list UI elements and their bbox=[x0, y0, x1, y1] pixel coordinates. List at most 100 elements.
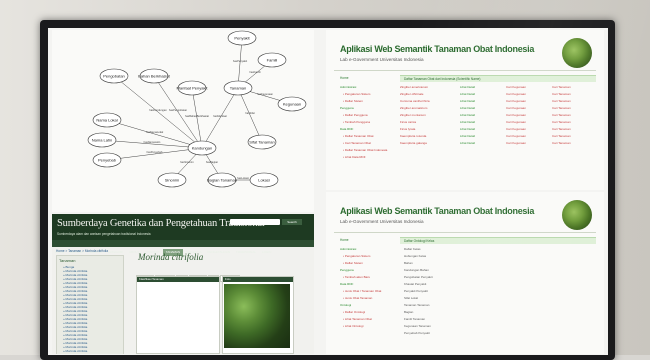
nav-link[interactable]: • Daftar Sistem bbox=[340, 98, 387, 105]
row-action-link[interactable]: Cari Kegunaan bbox=[506, 98, 552, 105]
ontology-class-item[interactable]: Daftar Kelas bbox=[404, 246, 433, 253]
row-action-link[interactable]: Cari Tanaman bbox=[552, 98, 592, 105]
sidebar-list: » Bunga» Morinda citrifolia» Morinda cit… bbox=[57, 265, 123, 353]
nav-link[interactable]: • Tambah akun Baru bbox=[340, 274, 381, 281]
breadcrumb[interactable]: Home > Tanaman > Morinda citrifolia bbox=[56, 249, 108, 253]
row-action-link[interactable]: Lihat Detail bbox=[460, 98, 506, 105]
sidebar-item[interactable]: » Morinda citrifolia bbox=[57, 349, 123, 353]
diagram-edge bbox=[237, 37, 243, 89]
nav-link[interactable]: • Daftar Ontologi bbox=[340, 309, 381, 316]
ontology-class-item[interactable]: Khasiat Penyakit bbox=[404, 281, 433, 288]
diagram-node-label: Sifat Tanaman bbox=[249, 139, 275, 144]
nav-link[interactable]: • Cari Tanaman Obat bbox=[340, 140, 387, 147]
row-action-link[interactable]: Cari Tanaman bbox=[552, 91, 592, 98]
ontology-class-item[interactable]: Pengobatan Penyakit bbox=[404, 274, 433, 281]
nav-home-a[interactable]: Home bbox=[340, 76, 349, 80]
app-title-b: Aplikasi Web Semantik Tanaman Obat Indon… bbox=[340, 206, 535, 216]
site-search-button[interactable]: Search bbox=[282, 219, 302, 225]
menu-item[interactable]: PENGETAHUAN bbox=[204, 249, 233, 256]
row-action-link[interactable]: Cari Kegunaan bbox=[506, 126, 552, 133]
row-action-link[interactable]: Cari Tanaman bbox=[552, 112, 592, 119]
plant-name-link[interactable]: Zingiber americanum bbox=[400, 84, 460, 91]
menu-item[interactable]: TRADISIONAL bbox=[233, 249, 259, 256]
nav-link[interactable]: • Jenis Obat / Tanaman Obat bbox=[340, 288, 381, 295]
row-action-link[interactable]: Lihat Detail bbox=[460, 140, 506, 147]
diagram-edge-label: hasFamili bbox=[249, 70, 261, 74]
nav-link[interactable]: • Daftar Sistem bbox=[340, 260, 381, 267]
table-row: Zingiber officinale Lihat Detail Cari Kegu… bbox=[400, 91, 596, 98]
nav-link[interactable]: • Daftar Pengguna bbox=[340, 112, 387, 119]
row-action-link[interactable]: Lihat Detail bbox=[460, 126, 506, 133]
ontology-class-item[interactable]: Tanaman Tanaman bbox=[404, 302, 433, 309]
ontology-class-item[interactable]: Kegunaan Tanaman bbox=[404, 323, 433, 330]
app-subtitle-b: Lab e-Government Universitas Indonesia bbox=[340, 219, 424, 224]
nav-link[interactable]: • Daftar Tanaman Obat Indonesia bbox=[340, 147, 387, 154]
diagram-edge-label: hasBagian bbox=[206, 160, 219, 164]
diagram-node-label: Bagian Tanaman bbox=[207, 177, 237, 182]
nav-home-b[interactable]: Home bbox=[340, 238, 349, 242]
nav-link[interactable]: • Daftar Tanaman Obat bbox=[340, 133, 387, 140]
diagram-edge-label: hasSinonim bbox=[180, 160, 194, 164]
row-action-link[interactable]: Cari Kegunaan bbox=[506, 112, 552, 119]
site-subtitle: Sumberdaya alam dan warisan pengetahuan … bbox=[57, 232, 151, 236]
row-action-link[interactable]: Lihat Detail bbox=[460, 91, 506, 98]
row-action-link[interactable]: Cari Kegunaan bbox=[506, 84, 552, 91]
plant-name-link[interactable]: Zingiber aromaticum bbox=[400, 105, 460, 112]
nav-link[interactable]: • Jenis Obat Tanaman bbox=[340, 295, 381, 302]
nav-link[interactable]: • Tambah Pengguna bbox=[340, 119, 387, 126]
plant-name-link[interactable]: Zingiber officinale bbox=[400, 91, 460, 98]
plant-name-link[interactable]: Zingiber montanum bbox=[400, 112, 460, 119]
nav-link[interactable]: • Pengaturan Sistem bbox=[340, 253, 381, 260]
row-action-link[interactable]: Cari Tanaman bbox=[552, 84, 592, 91]
ontology-class-item[interactable]: Bagian bbox=[404, 309, 433, 316]
row-action-link[interactable]: Cari Tanaman bbox=[552, 133, 592, 140]
row-action-link[interactable]: Cari Tanaman bbox=[552, 126, 592, 133]
row-action-link[interactable]: Cari Tanaman bbox=[552, 140, 592, 147]
ontology-class-item[interactable]: Penyebab Penyakit bbox=[404, 330, 433, 337]
classification-heading: Klasifikasi Tanaman bbox=[137, 277, 219, 282]
plant-name-link[interactable]: Curcuma xanthorrhiza bbox=[400, 98, 460, 105]
ontology-class-item[interactable]: Kandungan Bahan bbox=[404, 267, 433, 274]
table-header-a: Daftar Tanaman Obat dari Indonesia (Scie… bbox=[404, 77, 481, 81]
ontology-class-item[interactable]: Penyakit Penyakit bbox=[404, 288, 433, 295]
plant-name-link[interactable]: Ficus carica bbox=[400, 119, 460, 126]
row-action-link[interactable]: Lihat Detail bbox=[460, 84, 506, 91]
row-action-link[interactable]: Lihat Detail bbox=[460, 119, 506, 126]
ontology-class-item[interactable]: Hubungan Kelas bbox=[404, 253, 433, 260]
nav-link[interactable]: • Lihat Ontologi bbox=[340, 323, 381, 330]
row-action-link[interactable]: Cari Kegunaan bbox=[506, 119, 552, 126]
divider-a bbox=[334, 70, 596, 71]
nav-link[interactable]: • Pengaturan Sistem bbox=[340, 91, 387, 98]
diagram-edge-label: hasKandungan bbox=[149, 108, 167, 112]
ontology-class-item[interactable]: Sifat Lokal bbox=[404, 295, 433, 302]
nav-section-heading: Ontologi bbox=[340, 303, 352, 307]
ontology-graph: hasKandungan hasPengobatan hasBahanBerkhas… bbox=[87, 30, 307, 188]
plant-photo[interactable] bbox=[224, 284, 290, 348]
row-action-link[interactable]: Cari Kegunaan bbox=[506, 105, 552, 112]
row-action-link[interactable]: Lihat Detail bbox=[460, 112, 506, 119]
row-action-link[interactable]: Cari Tanaman bbox=[552, 105, 592, 112]
plant-name-link[interactable]: Kaempferia rotunda bbox=[400, 133, 460, 140]
site-banner: Sumberdaya Genetika dan Pengetahuan Trad… bbox=[52, 214, 314, 240]
row-action-link[interactable]: Cari Kegunaan bbox=[506, 133, 552, 140]
menu-item[interactable]: LOGIN bbox=[259, 249, 274, 256]
site-search-input[interactable] bbox=[230, 219, 280, 225]
photo-heading: Foto bbox=[223, 277, 293, 282]
row-action-link[interactable]: Lihat Detail bbox=[460, 133, 506, 140]
ontology-class-item[interactable]: Famili Tanaman bbox=[404, 316, 433, 323]
plant-name-link[interactable]: Ficus lyrata bbox=[400, 126, 460, 133]
table-row: Zingiber montanum Lihat Detail Cari Keguna… bbox=[400, 112, 596, 119]
ontology-class-item[interactable]: Bahan bbox=[404, 260, 433, 267]
row-action-link[interactable]: Lihat Detail bbox=[460, 105, 506, 112]
row-action-link[interactable]: Cari Kegunaan bbox=[506, 140, 552, 147]
plant-name-link[interactable]: Kaempferia galanga bbox=[400, 140, 460, 147]
site-menu-bar: HOME BROWSE SEARCH KATEGORI ABOUT CONTACT TANA… bbox=[52, 240, 314, 256]
row-action-link[interactable]: Cari Kegunaan bbox=[506, 91, 552, 98]
nav-link[interactable]: • Lihat Tanaman Obat bbox=[340, 316, 381, 323]
nav-link[interactable]: • Lihat Data RDF bbox=[340, 154, 387, 161]
row-action-link[interactable]: Cari Tanaman bbox=[552, 119, 592, 126]
plant-table-a: Zingiber americanum Lihat Detail Cari Kegu… bbox=[400, 84, 596, 147]
monitor-screen: hasKandungan hasPengobatan hasBahanBerkhas… bbox=[48, 28, 608, 355]
diagram-edge bbox=[106, 147, 203, 161]
diagram-edge bbox=[191, 87, 203, 149]
